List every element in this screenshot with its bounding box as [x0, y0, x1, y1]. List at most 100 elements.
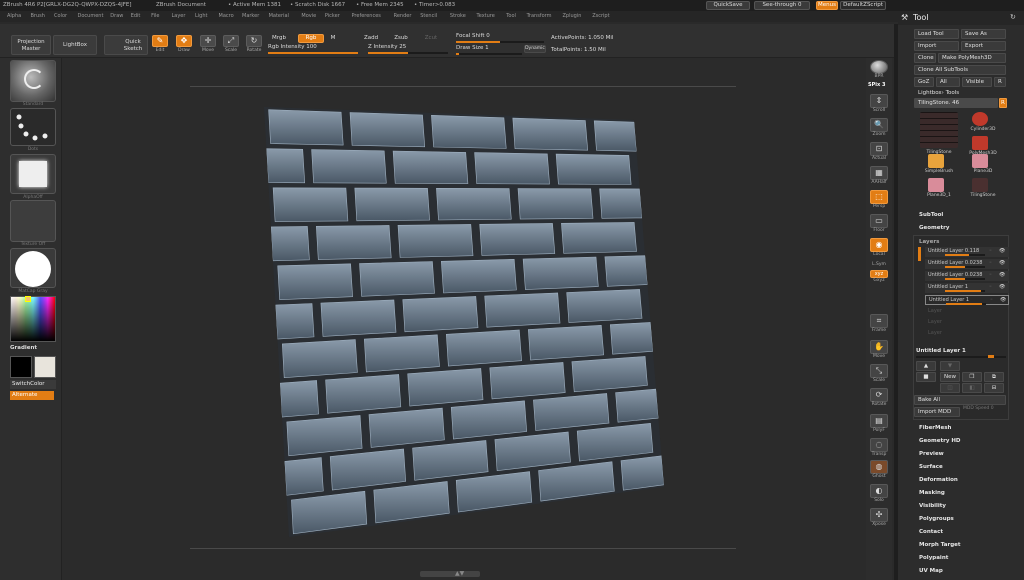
- right-shelf: BPR SPix 3 ⇕ Scroll 🔍 Zoom ⊡ Actual ▦ AAHalf…: [866, 58, 892, 580]
- load-tool-button[interactable]: Load Tool: [914, 29, 959, 39]
- clone-button[interactable]: Clone: [914, 53, 936, 63]
- record-icon: ◧: [969, 385, 975, 391]
- tool-thumbnail-image: [972, 178, 988, 192]
- tool-thumbnail[interactable]: Cylinder3D: [962, 112, 1004, 134]
- tool-thumbnail[interactable]: Plane3D: [962, 154, 1004, 176]
- section-deformation[interactable]: Deformation: [919, 477, 958, 483]
- section-polygroups[interactable]: Polygroups: [919, 516, 954, 522]
- visible-button[interactable]: Visible: [962, 77, 992, 87]
- layer-delete-button[interactable]: ■: [916, 372, 936, 382]
- section-visibility[interactable]: Visibility: [919, 503, 946, 509]
- layer-copy-button[interactable]: ❐: [962, 372, 982, 382]
- tool-thumbnail-image: [972, 112, 988, 126]
- section-uv-map[interactable]: UV Map: [919, 568, 943, 574]
- geometry-section[interactable]: Geometry: [919, 225, 949, 231]
- layer-record-button[interactable]: ◧: [962, 383, 982, 393]
- tool-thumbnail[interactable]: SimpleBrush: [918, 154, 960, 176]
- xpose-button[interactable]: ✣ Xpose: [868, 508, 890, 530]
- tool-thumbnail[interactable]: TilingStone: [962, 178, 1004, 200]
- export-button[interactable]: Export: [961, 41, 1006, 51]
- lsym-button[interactable]: L.Sym: [869, 262, 889, 267]
- brick: [571, 356, 648, 393]
- brick: [474, 152, 550, 185]
- eye-icon[interactable]: 👁: [999, 247, 1005, 256]
- bpr-button[interactable]: BPR: [868, 60, 890, 82]
- section-masking[interactable]: Masking: [919, 490, 945, 496]
- bottom-tray-handle[interactable]: [420, 571, 480, 577]
- ghost-button[interactable]: ◍ Ghost: [868, 460, 890, 482]
- move-view-button[interactable]: ✋ Move: [868, 340, 890, 362]
- xyz-label: Gxyz: [873, 278, 885, 283]
- save-as-button[interactable]: Save As: [961, 29, 1006, 39]
- rotate-view-button[interactable]: ⟳ Rotate: [868, 388, 890, 410]
- bpr-sphere-icon: [870, 60, 888, 74]
- layer-row[interactable]: Untitled Layer 0.0238 ◦ 👁: [925, 271, 1009, 281]
- layers-scroll-handle[interactable]: [918, 247, 921, 261]
- scroll-button[interactable]: ⇕ Scroll: [868, 94, 890, 116]
- section-contact[interactable]: Contact: [919, 529, 943, 535]
- section-polypaint[interactable]: Polypaint: [919, 555, 948, 561]
- all-button[interactable]: All: [936, 77, 960, 87]
- local-button[interactable]: ◉ Local: [868, 238, 890, 260]
- tool-thumbnail[interactable]: TilingStone: [918, 112, 960, 156]
- make-polymesh-button[interactable]: Make PolyMesh3D: [938, 53, 1006, 63]
- tool-palette-header[interactable]: ⚒ Tool ↻: [898, 11, 1024, 25]
- brick: [402, 296, 479, 333]
- r-button[interactable]: R: [994, 77, 1006, 87]
- layer-row[interactable]: Untitled Layer 0.0238 ◦ 👁: [925, 259, 1009, 269]
- layer-split-button[interactable]: ◫: [940, 383, 960, 393]
- spix-slider[interactable]: SPix 3: [868, 82, 890, 88]
- import-mdd-button[interactable]: Import MDD: [914, 407, 960, 417]
- tool-r-button[interactable]: R: [999, 98, 1007, 108]
- record-icon[interactable]: ◦: [989, 247, 992, 256]
- section-morph-target[interactable]: Morph Target: [919, 542, 961, 548]
- aahalf-button[interactable]: ▦ AAHalf: [868, 166, 890, 188]
- untitled-layer-slider[interactable]: Untitled Layer 1: [916, 348, 966, 354]
- section-fibermesh[interactable]: FiberMesh: [919, 425, 951, 431]
- persp-button[interactable]: ⬚ Persp: [868, 190, 890, 212]
- solo-button[interactable]: ◐ Solo: [868, 484, 890, 506]
- record-icon[interactable]: ◦: [990, 296, 993, 305]
- bake-all-button[interactable]: Bake All: [914, 395, 1006, 405]
- section-geometry-hd[interactable]: Geometry HD: [919, 438, 961, 444]
- mdd-speed-slider[interactable]: MDD Speed 0: [963, 406, 994, 411]
- new-layer-button[interactable]: New: [940, 372, 960, 382]
- eye-icon[interactable]: 👁: [999, 271, 1005, 280]
- floor-button[interactable]: ▭ Floor: [868, 214, 890, 236]
- layer-row[interactable]: Untitled Layer 1 ◦ 👁: [925, 295, 1009, 305]
- subtool-section[interactable]: SubTool: [919, 212, 943, 218]
- tool-thumbnail[interactable]: Plane3D_1: [918, 178, 960, 200]
- actual-button[interactable]: ⊡ Actual: [868, 142, 890, 164]
- layer-up-button[interactable]: ▲: [916, 361, 936, 371]
- eye-icon[interactable]: 👁: [1000, 296, 1006, 305]
- zoom-button[interactable]: 🔍 Zoom: [868, 118, 890, 140]
- record-icon[interactable]: ◦: [989, 259, 992, 268]
- section-surface[interactable]: Surface: [919, 464, 943, 470]
- brick: [604, 255, 648, 287]
- layer-row[interactable]: Untitled Layer 0.118 ◦ 👁: [925, 247, 1009, 257]
- eye-icon[interactable]: 👁: [999, 259, 1005, 268]
- transp-button[interactable]: ◌ Transp: [868, 438, 890, 460]
- polyf-button[interactable]: ▤ PolyF: [868, 414, 890, 436]
- refresh-icon[interactable]: ↻: [1010, 13, 1016, 21]
- section-preview[interactable]: Preview: [919, 451, 944, 457]
- layer-options-button[interactable]: ⊟: [984, 383, 1004, 393]
- record-icon[interactable]: ◦: [989, 283, 992, 292]
- layer-down-button[interactable]: ▼: [940, 361, 960, 371]
- lightbox-tools-button[interactable]: Lightbox› Tools: [914, 88, 1006, 98]
- tool-thumbnail-label: Plane3D_1: [927, 193, 951, 198]
- frame-button[interactable]: ⌗ Frame: [868, 314, 890, 336]
- xyz-button[interactable]: xyz Gxyz: [868, 270, 890, 292]
- eye-icon[interactable]: 👁: [999, 283, 1005, 292]
- brick: [527, 324, 605, 361]
- scale-view-button[interactable]: ⤡ Scale: [868, 364, 890, 386]
- record-icon[interactable]: ◦: [989, 271, 992, 280]
- brick: [561, 222, 637, 254]
- goz-button[interactable]: GoZ: [914, 77, 934, 87]
- layer-row[interactable]: Untitled Layer 1 ◦ 👁: [925, 283, 1009, 293]
- import-button[interactable]: Import: [914, 41, 959, 51]
- clone-all-subtools-button[interactable]: Clone All SubTools: [914, 65, 1006, 75]
- current-tool-slider[interactable]: TilingStone. 46: [914, 98, 998, 108]
- tray-arrows-icon[interactable]: ▲▼: [455, 570, 464, 577]
- layer-merge-button[interactable]: ⧉: [984, 372, 1004, 382]
